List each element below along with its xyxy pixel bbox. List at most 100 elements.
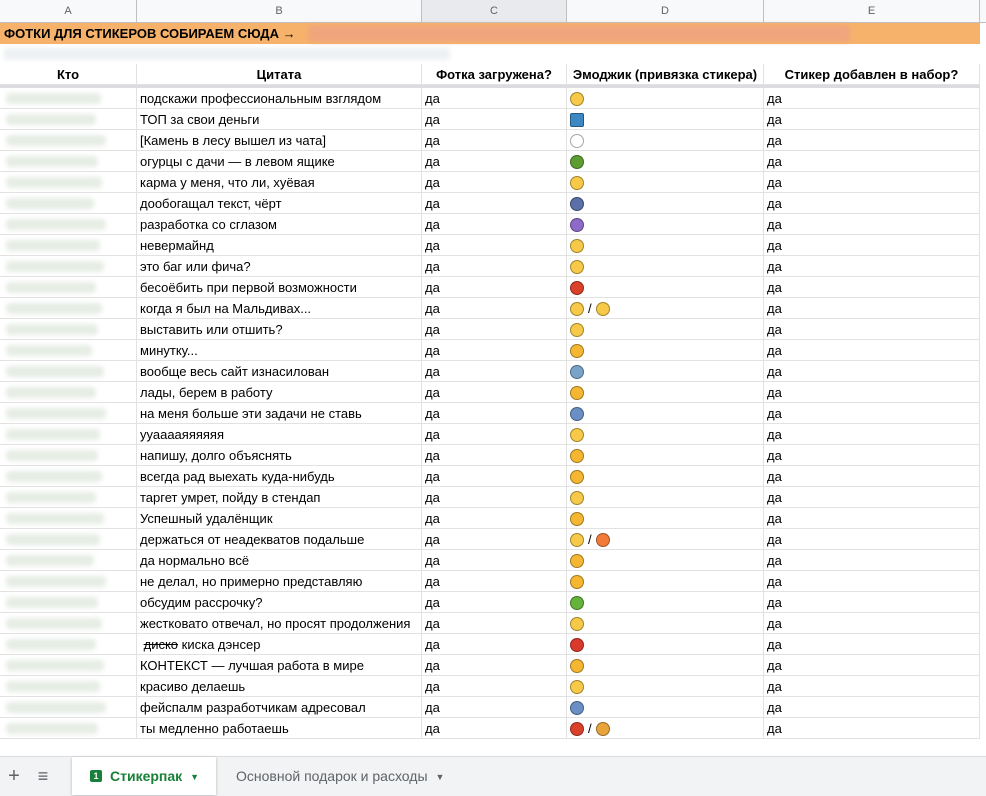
- cell-who[interactable]: [0, 256, 137, 277]
- tab-dropdown-icon[interactable]: ▼: [436, 758, 445, 796]
- cell-photo[interactable]: да: [422, 634, 567, 655]
- cell-added[interactable]: да: [764, 361, 980, 382]
- cell-emoji[interactable]: /: [567, 529, 764, 550]
- cell-added[interactable]: да: [764, 655, 980, 676]
- column-header-a[interactable]: A: [0, 0, 137, 22]
- cell-added[interactable]: да: [764, 130, 980, 151]
- cell-emoji[interactable]: [567, 277, 764, 298]
- cell-emoji[interactable]: [567, 403, 764, 424]
- cell-who[interactable]: [0, 151, 137, 172]
- cell-quote[interactable]: всегда рад выехать куда-нибудь: [137, 466, 422, 487]
- cell-who[interactable]: [0, 382, 137, 403]
- cell-who[interactable]: [0, 508, 137, 529]
- cell-photo[interactable]: да: [422, 571, 567, 592]
- cell-who[interactable]: [0, 718, 137, 739]
- cell-quote[interactable]: красиво делаешь: [137, 676, 422, 697]
- column-header-b[interactable]: B: [137, 0, 422, 22]
- cell-who[interactable]: [0, 445, 137, 466]
- cell-quote[interactable]: лады, берем в работу: [137, 382, 422, 403]
- cell-added[interactable]: да: [764, 340, 980, 361]
- cell-quote[interactable]: вообще весь сайт изнасилован: [137, 361, 422, 382]
- cell-added[interactable]: да: [764, 445, 980, 466]
- cell-quote[interactable]: карма у меня, что ли, хуёвая: [137, 172, 422, 193]
- cell-emoji[interactable]: [567, 550, 764, 571]
- cell-added[interactable]: да: [764, 214, 980, 235]
- cell-photo[interactable]: да: [422, 88, 567, 109]
- cell-quote[interactable]: обсудим рассрочку?: [137, 592, 422, 613]
- all-sheets-menu-icon[interactable]: ≡: [34, 763, 52, 789]
- cell-quote[interactable]: жестковато отвечал, но просят продолжени…: [137, 613, 422, 634]
- cell-photo[interactable]: да: [422, 592, 567, 613]
- cell-who[interactable]: [0, 550, 137, 571]
- cell-photo[interactable]: да: [422, 382, 567, 403]
- cell-who[interactable]: [0, 529, 137, 550]
- cell-photo[interactable]: да: [422, 340, 567, 361]
- cell-photo[interactable]: да: [422, 109, 567, 130]
- cell-emoji[interactable]: [567, 382, 764, 403]
- cell-added[interactable]: да: [764, 424, 980, 445]
- cell-photo[interactable]: да: [422, 655, 567, 676]
- cell-photo[interactable]: да: [422, 424, 567, 445]
- cell-who[interactable]: [0, 340, 137, 361]
- cell-quote[interactable]: минутку...: [137, 340, 422, 361]
- cell-quote[interactable]: подскажи профессиональным взглядом: [137, 88, 422, 109]
- spreadsheet-grid[interactable]: A B C D E ФОТКИ ДЛЯ СТИКЕРОВ СОБИРАЕМ СЮ…: [0, 0, 986, 755]
- cell-emoji[interactable]: [567, 109, 764, 130]
- cell-emoji[interactable]: [567, 88, 764, 109]
- tab-main-gift[interactable]: Основной подарок и расходы ▼: [226, 757, 480, 795]
- cell-quote[interactable]: фейспалм разработчикам адресовал: [137, 697, 422, 718]
- cell-quote[interactable]: ууааааяяяяяя: [137, 424, 422, 445]
- column-header-d[interactable]: D: [567, 0, 764, 22]
- cell-who[interactable]: [0, 193, 137, 214]
- cell-emoji[interactable]: [567, 151, 764, 172]
- column-header-e[interactable]: E: [764, 0, 980, 22]
- cell-emoji[interactable]: [567, 214, 764, 235]
- cell-photo[interactable]: да: [422, 676, 567, 697]
- cell-who[interactable]: [0, 298, 137, 319]
- cell-added[interactable]: да: [764, 193, 980, 214]
- cell-quote[interactable]: огурцы с дачи — в левом ящике: [137, 151, 422, 172]
- cell-who[interactable]: [0, 592, 137, 613]
- cell-photo[interactable]: да: [422, 529, 567, 550]
- cell-added[interactable]: да: [764, 571, 980, 592]
- cell-who[interactable]: [0, 403, 137, 424]
- cell-who[interactable]: [0, 319, 137, 340]
- cell-added[interactable]: да: [764, 592, 980, 613]
- cell-photo[interactable]: да: [422, 403, 567, 424]
- cell-photo[interactable]: да: [422, 613, 567, 634]
- cell-added[interactable]: да: [764, 256, 980, 277]
- cell-emoji[interactable]: /: [567, 298, 764, 319]
- cell-quote[interactable]: это баг или фича?: [137, 256, 422, 277]
- cell-photo[interactable]: да: [422, 508, 567, 529]
- cell-added[interactable]: да: [764, 151, 980, 172]
- cell-quote[interactable]: КОНТЕКСТ — лучшая работа в мире: [137, 655, 422, 676]
- cell-quote[interactable]: дообогащал текст, чёрт: [137, 193, 422, 214]
- cell-photo[interactable]: да: [422, 172, 567, 193]
- cell-added[interactable]: да: [764, 403, 980, 424]
- cell-added[interactable]: да: [764, 298, 980, 319]
- cell-quote[interactable]: Успешный удалёнщик: [137, 508, 422, 529]
- cell-quote[interactable]: таргет умрет, пойду в стендап: [137, 487, 422, 508]
- cell-added[interactable]: да: [764, 109, 980, 130]
- cell-quote[interactable]: невермайнд: [137, 235, 422, 256]
- cell-photo[interactable]: да: [422, 466, 567, 487]
- cell-photo[interactable]: да: [422, 130, 567, 151]
- cell-who[interactable]: [0, 424, 137, 445]
- cell-quote[interactable]: да нормально всё: [137, 550, 422, 571]
- cell-who[interactable]: [0, 466, 137, 487]
- banner-row[interactable]: ФОТКИ ДЛЯ СТИКЕРОВ СОБИРАЕМ СЮДА →: [0, 23, 980, 44]
- cell-emoji[interactable]: [567, 235, 764, 256]
- cell-added[interactable]: да: [764, 382, 980, 403]
- cell-photo[interactable]: да: [422, 151, 567, 172]
- header-added[interactable]: Стикер добавлен в набор?: [764, 64, 980, 85]
- header-who[interactable]: Кто: [0, 64, 137, 85]
- header-emoji[interactable]: Эмоджик (привязка стикера): [567, 64, 764, 85]
- column-header-c[interactable]: C: [422, 0, 567, 22]
- cell-quote[interactable]: диско киска дэнсер: [137, 634, 422, 655]
- cell-quote[interactable]: держаться от неадекватов подальше: [137, 529, 422, 550]
- cell-quote[interactable]: ТОП за свои деньги: [137, 109, 422, 130]
- cell-quote[interactable]: бесоёбить при первой возможности: [137, 277, 422, 298]
- cell-emoji[interactable]: [567, 319, 764, 340]
- cell-added[interactable]: да: [764, 613, 980, 634]
- cell-emoji[interactable]: /: [567, 718, 764, 739]
